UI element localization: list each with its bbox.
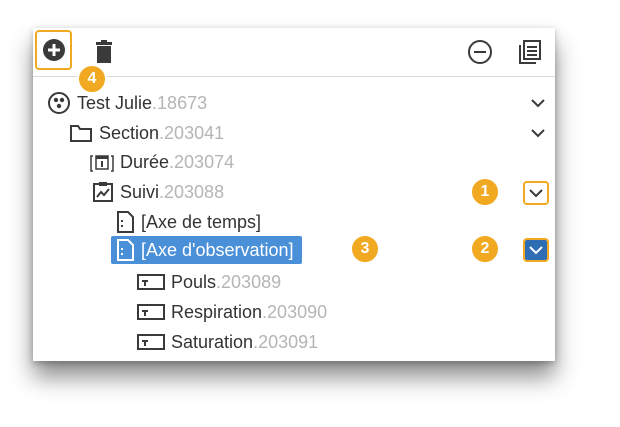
expand-toggle-suivi[interactable] — [523, 181, 549, 205]
node-label: [Axe de temps] — [141, 211, 262, 232]
network-icon — [47, 91, 71, 115]
field-icon — [137, 333, 165, 351]
node-label: [Axe d'observation] — [141, 239, 294, 260]
delete-button[interactable] — [89, 37, 119, 67]
node-id: .203090 — [262, 301, 328, 322]
node-label: Durée — [120, 151, 170, 172]
calendar-icon — [90, 152, 114, 172]
expand-toggle-section[interactable] — [527, 123, 549, 143]
node-id: .18673 — [152, 92, 208, 113]
chart-icon — [92, 181, 114, 203]
node-id: .203089 — [216, 271, 282, 292]
node-id: .203074 — [169, 151, 235, 172]
tree-node-saturation[interactable]: Saturation .203091 — [137, 328, 318, 356]
chevron-down-icon — [529, 246, 543, 255]
chevron-down-icon — [529, 189, 543, 198]
tree-node-axe-observation[interactable]: [Axe d'observation] — [111, 236, 302, 264]
folder-icon — [69, 123, 93, 143]
node-label: Test Julie — [77, 92, 153, 113]
tree-node-duree[interactable]: Durée .203074 — [90, 148, 234, 176]
annotation-badge-2: 2 — [470, 234, 500, 264]
add-button[interactable] — [35, 30, 72, 70]
tree-node-axe-de-temps[interactable]: [Axe de temps] — [115, 208, 261, 236]
list-icon — [519, 40, 541, 64]
tree-node-test-julie[interactable]: Test Julie .18673 — [47, 89, 207, 117]
collapse-all-button[interactable] — [465, 37, 495, 67]
trash-icon — [96, 40, 112, 63]
node-label: Section — [99, 122, 160, 143]
tree-node-respiration[interactable]: Respiration .203090 — [137, 298, 327, 326]
expand-toggle-axe-observation[interactable] — [523, 238, 549, 262]
list-view-button[interactable] — [515, 37, 545, 67]
tree-node-pouls[interactable]: Pouls .203089 — [137, 268, 281, 296]
annotation-badge-3: 3 — [350, 234, 380, 264]
annotation-badge-4: 4 — [77, 64, 107, 94]
minus-circle-icon — [468, 40, 492, 64]
node-label: Suivi — [120, 181, 160, 202]
annotation-badge-1: 1 — [470, 177, 500, 207]
chevron-down-icon — [531, 129, 545, 138]
document-icon — [115, 239, 135, 261]
field-icon — [137, 273, 165, 291]
node-id: .203091 — [253, 331, 319, 352]
node-label: Saturation — [171, 331, 254, 352]
node-id: .203088 — [159, 181, 225, 202]
tree-node-suivi[interactable]: Suivi .203088 — [92, 178, 224, 206]
field-icon — [137, 303, 165, 321]
node-id: .203041 — [159, 122, 225, 143]
expand-toggle-test-julie[interactable] — [527, 93, 549, 113]
node-label: Respiration — [171, 301, 263, 322]
toolbar — [33, 28, 555, 77]
plus-circle-icon — [42, 39, 65, 61]
tree-node-section[interactable]: Section .203041 — [69, 119, 224, 147]
node-label: Pouls — [171, 271, 217, 292]
document-icon — [115, 211, 135, 233]
chevron-down-icon — [531, 99, 545, 108]
